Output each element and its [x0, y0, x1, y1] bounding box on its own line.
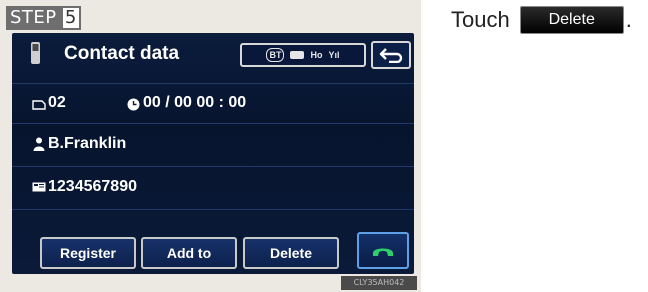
instruction: Touch Delete .	[451, 4, 632, 36]
page-title: Contact data	[64, 43, 180, 64]
step-label: STEP	[6, 6, 61, 30]
roaming-label: Ho	[310, 50, 323, 60]
instruction-text: Touch	[451, 7, 510, 32]
status-indicator: BT Ho Yıl	[240, 43, 366, 67]
back-button[interactable]	[371, 41, 411, 69]
divider	[12, 83, 414, 84]
step-number: 5	[60, 6, 81, 30]
instruction-period: .	[625, 7, 632, 32]
contact-name: B.Franklin	[48, 135, 127, 152]
person-icon	[33, 137, 45, 151]
divider	[12, 166, 414, 167]
divider	[12, 123, 414, 124]
delete-button[interactable]: Delete	[243, 237, 339, 269]
battery-icon	[290, 51, 305, 59]
return-arrow-icon	[379, 48, 403, 63]
signal-icon: Yıl	[328, 50, 340, 60]
contact-name-row: B.Franklin	[12, 126, 414, 162]
call-button[interactable]	[357, 232, 409, 269]
handset-icon	[373, 248, 393, 256]
add-to-button[interactable]: Add to	[141, 237, 237, 269]
divider	[12, 209, 414, 210]
contact-number: 1234567890	[48, 178, 137, 195]
entry-number: 02	[48, 94, 66, 111]
contact-data-screen: Contact data BT Ho Yıl 02 00 / 00 00: 0…	[12, 33, 414, 274]
date-time: 00 / 00 00 : 00	[143, 94, 247, 111]
contact-number-row: 1234567890	[12, 169, 414, 205]
step-badge: STEP 5	[6, 6, 81, 30]
mobile-phone-icon	[31, 42, 40, 64]
sim-card-icon	[32, 100, 46, 110]
phone-number-icon	[32, 182, 46, 192]
delete-button-illustration: Delete	[519, 6, 624, 34]
screen-header: Contact data BT Ho Yıl	[12, 33, 414, 83]
bluetooth-icon: BT	[266, 48, 285, 62]
image-code: CLY35AH042	[341, 276, 417, 290]
clock-icon	[127, 98, 140, 111]
call-entry-row: 02 00 / 00 00 : 00	[12, 85, 414, 121]
manual-figure: STEP 5 Contact data BT Ho Yıl 02 00 / 00…	[0, 0, 421, 292]
register-button[interactable]: Register	[40, 237, 136, 269]
